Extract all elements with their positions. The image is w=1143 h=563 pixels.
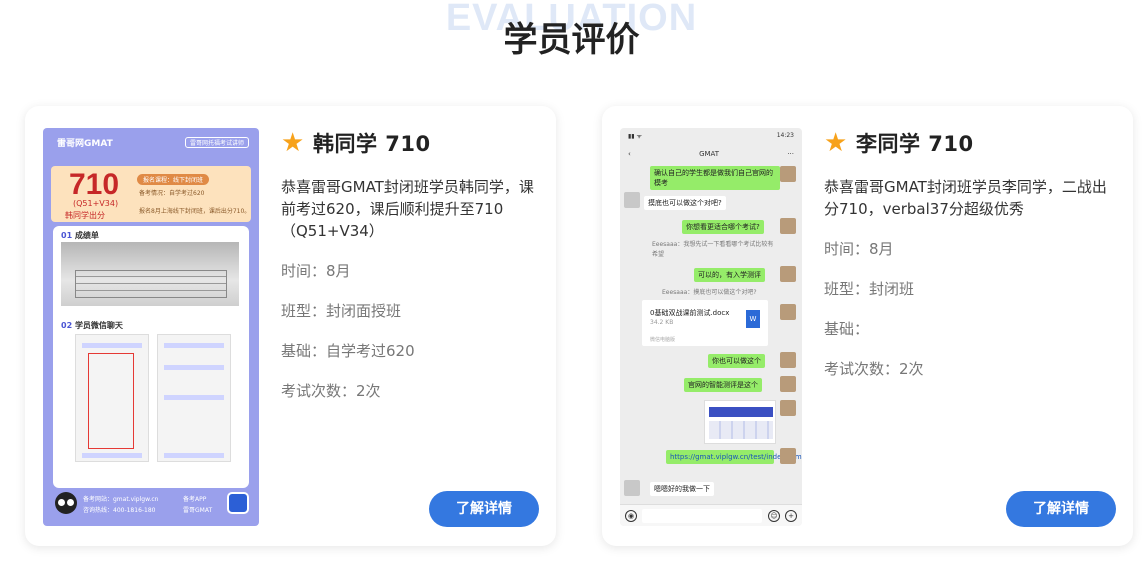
avatar	[780, 400, 796, 416]
poster-content-panel: 01 成绩单 02 学员微信聊天	[53, 226, 249, 488]
avatar	[780, 304, 796, 320]
student-description: 恭喜雷哥GMAT封闭班学员李同学，二战出分710，verbal37分超级优秀	[824, 178, 1107, 218]
chat-message: 确认自己的学生都是做我们自己官网的模考	[650, 166, 780, 190]
student-info: ★ 韩同学 710 恭喜雷哥GMAT封闭班学员韩同学，课前考过620，课后顺利提…	[281, 128, 540, 402]
chat-message: 你想看更适合哪个考试?	[682, 220, 764, 234]
poster-score-box: 710 (Q51+V34) 韩同学出分 报名课程：线下封闭班 备考情况：自学考过…	[51, 166, 251, 222]
section-title: 学员评价	[503, 20, 640, 60]
foundation: 基础：	[824, 320, 870, 338]
chat-link-message[interactable]: https://gmat.viplgw.cn/test/index.html	[666, 450, 802, 464]
poster-app-label: 备考APP	[183, 496, 207, 503]
chat-message: 可以的，有入学测评	[694, 268, 765, 282]
poster-score-detail: (Q51+V34)	[73, 199, 119, 208]
plus-icon: +	[785, 510, 797, 522]
poster-section-heading: 01 成绩单	[61, 231, 99, 240]
avatar	[780, 266, 796, 282]
phone-status-bar: ▮▮ ᯤ 14:23	[628, 132, 794, 140]
score-report-photo	[61, 242, 239, 306]
poster-header: 雷哥网GMAT 雷哥网托福考试讲师	[57, 134, 249, 150]
file-source: 微信电脑版	[650, 337, 676, 343]
chat-message: 你也可以做这个	[708, 354, 765, 368]
file-size: 34.2 KB	[650, 319, 674, 326]
back-arrow-icon: ‹	[628, 150, 631, 158]
view-details-button[interactable]: 了解详情	[1006, 491, 1116, 527]
app-icon	[227, 492, 249, 514]
file-attachment[interactable]: 0基础双战课前测试.docx 34.2 KB W 微信电脑版	[642, 300, 768, 346]
score-poster-image: 雷哥网GMAT 雷哥网托福考试讲师 710 (Q51+V34) 韩同学出分 报名…	[43, 128, 259, 526]
poster-website: 备考网站：gmat.viplgw.cn	[83, 496, 159, 503]
wechat-chat-screenshot: ▮▮ ᯤ 14:23 ‹ GMAT ··· 确认自己的学生都是做我们自己官网的模考…	[620, 128, 802, 526]
chat-title: GMAT	[699, 150, 720, 158]
more-icon: ···	[787, 150, 794, 158]
poster-hotline: 咨询热线：400-1816-180	[83, 507, 156, 514]
poster-score: 710	[69, 168, 120, 201]
avatar	[780, 448, 796, 464]
class-type: 班型：封闭班	[824, 280, 915, 298]
poster-course-badge: 报名课程：线下封闭班	[137, 174, 210, 185]
chat-quote: Eeesaaa：我想先试一下看看哪个考试比较有希望	[652, 241, 774, 258]
poster-logo: 雷哥网GMAT	[57, 138, 113, 149]
poster-footer: 备考网站：gmat.viplgw.cn 咨询热线：400-1816-180 备考…	[51, 490, 251, 518]
avatar	[780, 218, 796, 234]
phone-time: 14:23	[776, 132, 794, 139]
chat-message: 嗯嗯好的我做一下	[650, 482, 714, 496]
student-title: ★ 韩同学 710	[281, 128, 540, 158]
exam-time: 时间：8月	[824, 240, 894, 258]
chat-quote: Eeesaaa：摸底也可以做这个对吧?	[662, 289, 757, 296]
voice-icon: ◉	[625, 510, 637, 522]
wechat-screenshot	[157, 334, 231, 462]
poster-score-name: 韩同学出分	[65, 211, 105, 220]
avatar	[624, 480, 640, 496]
student-info: ★ 李同学 710 恭喜雷哥GMAT封闭班学员李同学，二战出分710，verba…	[824, 128, 1117, 380]
owl-logo-icon	[55, 492, 77, 514]
poster-app-name: 雷哥GMAT	[183, 507, 213, 514]
foundation: 基础：自学考过620	[281, 342, 415, 360]
avatar	[624, 192, 640, 208]
poster-section-heading: 02 学员微信聊天	[61, 321, 123, 330]
chat-nav-bar: ‹ GMAT ···	[620, 144, 802, 164]
star-icon: ★	[824, 128, 848, 158]
student-review-card: 雷哥网GMAT 雷哥网托福考试讲师 710 (Q51+V34) 韩同学出分 报名…	[25, 106, 556, 546]
star-icon: ★	[281, 128, 305, 158]
chat-message: 官网的智能测评是这个	[684, 378, 762, 392]
student-name: 李同学 710	[856, 128, 982, 158]
exam-attempts: 考试次数：2次	[281, 382, 381, 400]
student-review-card: ▮▮ ᯤ 14:23 ‹ GMAT ··· 确认自己的学生都是做我们自己官网的模考…	[602, 106, 1133, 546]
file-name: 0基础双战课前测试.docx	[650, 309, 730, 317]
student-name: 韩同学 710	[313, 128, 439, 158]
chat-input	[642, 509, 762, 523]
class-type: 班型：封闭面授班	[281, 302, 402, 320]
wechat-screenshot	[75, 334, 149, 462]
chat-message: 摸底也可以做这个对吧?	[644, 196, 726, 210]
avatar	[780, 166, 796, 182]
avatar	[780, 376, 796, 392]
student-description: 恭喜雷哥GMAT封闭班学员韩同学，课前考过620，课后顺利提升至710（Q51+…	[281, 178, 534, 240]
emoji-icon: ☺	[768, 510, 780, 522]
poster-result-note: 报名8月上海线下封闭班，课后出分710。	[139, 208, 251, 215]
poster-tag: 雷哥网托福考试讲师	[184, 136, 249, 148]
exam-attempts: 考试次数：2次	[824, 360, 924, 378]
poster-prep-status: 备考情况：自学考过620	[139, 190, 205, 197]
student-title: ★ 李同学 710	[824, 128, 1117, 158]
avatar	[780, 352, 796, 368]
view-details-button[interactable]: 了解详情	[429, 491, 539, 527]
shared-screenshot-image	[704, 400, 776, 444]
chat-input-bar: ◉ ☺ +	[620, 504, 802, 526]
exam-time: 时间：8月	[281, 262, 351, 280]
word-file-icon: W	[746, 310, 760, 328]
